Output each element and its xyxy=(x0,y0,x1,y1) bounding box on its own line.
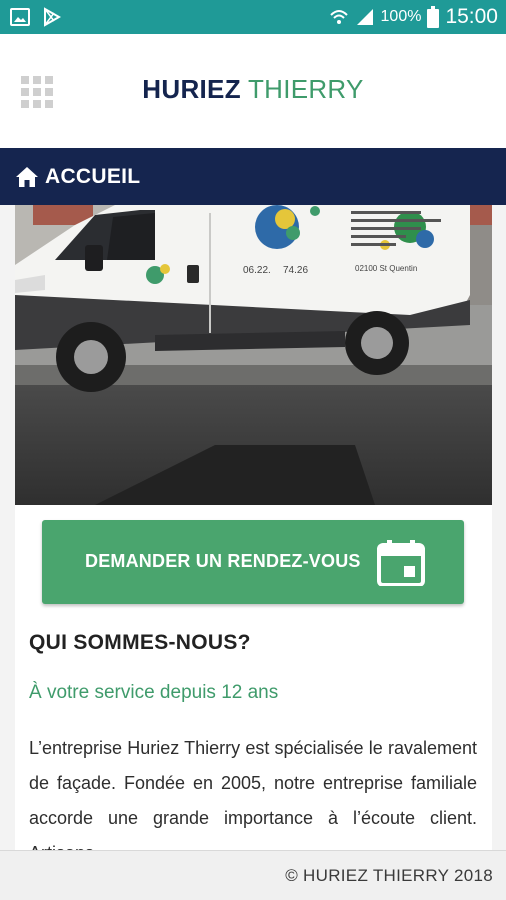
nav-label-accueil: ACCUEIL xyxy=(45,164,141,188)
nav-bar[interactable]: ACCUEIL xyxy=(0,148,506,205)
van-phone-tail-text: 74.26 xyxy=(283,265,308,276)
footer: © HURIEZ THIERRY 2018 xyxy=(0,850,506,900)
home-icon xyxy=(16,166,38,187)
play-store-icon xyxy=(44,7,62,27)
van-phone-text: 06.22. xyxy=(243,265,271,276)
content-card: 06.22. 74.26 02100 St Quentin DEMANDER U… xyxy=(15,205,492,850)
status-clock: 15:00 xyxy=(445,5,498,28)
wifi-icon xyxy=(329,10,348,24)
request-appointment-label: DEMANDER UN RENDEZ-VOUS xyxy=(85,551,361,571)
van-city-text: 02100 St Quentin xyxy=(355,264,417,273)
battery-percentage: 100% xyxy=(380,8,422,25)
gallery-icon xyxy=(10,8,30,26)
brand-title: HURIEZ THIERRY xyxy=(0,74,506,105)
about-body-text: L’entreprise Huriez Thierry est spéciali… xyxy=(29,738,477,850)
brand-name-first: HURIEZ xyxy=(142,74,241,104)
status-bar: 100% 15:00 xyxy=(0,0,506,34)
app-header: HURIEZ THIERRY xyxy=(0,34,506,148)
about-subheading: À votre service depuis 12 ans xyxy=(29,682,279,703)
signal-icon xyxy=(356,9,373,25)
hero-van-photo: 06.22. 74.26 02100 St Quentin xyxy=(15,205,492,505)
about-heading: QUI SOMMES-NOUS? xyxy=(29,631,251,654)
brand-name-second: THIERRY xyxy=(247,74,364,104)
battery-icon xyxy=(427,6,440,28)
copyright-text: © HURIEZ THIERRY 2018 xyxy=(285,866,493,885)
calendar-icon xyxy=(377,540,425,586)
request-appointment-button[interactable]: DEMANDER UN RENDEZ-VOUS xyxy=(42,520,464,604)
